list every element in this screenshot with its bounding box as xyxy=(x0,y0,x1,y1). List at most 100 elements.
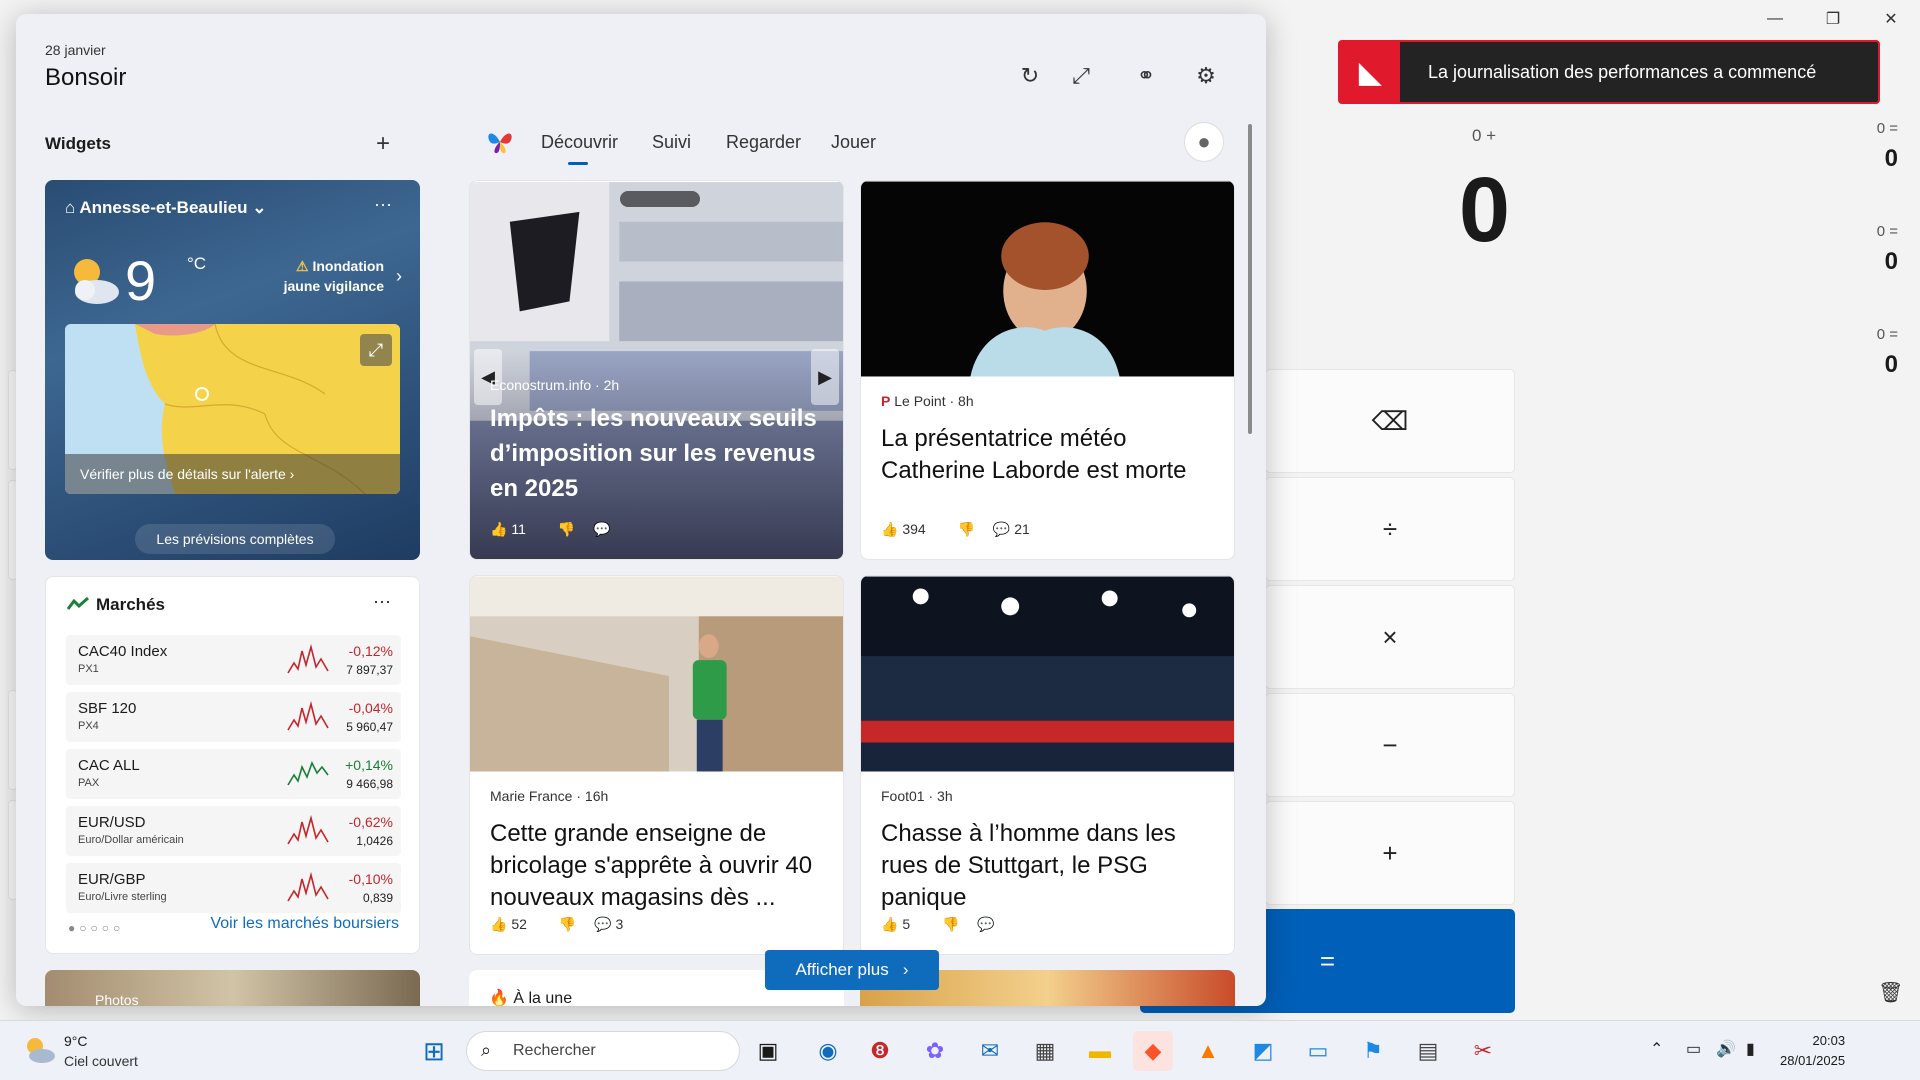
app-icon[interactable]: ◩ xyxy=(1243,1031,1283,1071)
news-headline[interactable]: Cette grande enseigne de bricolage s'app… xyxy=(490,818,830,914)
settings-gear-icon[interactable]: ⚙ xyxy=(1186,56,1226,96)
chevron-up-icon[interactable]: ⌃ xyxy=(1650,1039,1663,1059)
connections-icon[interactable]: ⚭ xyxy=(1126,56,1166,96)
markets-widget[interactable]: Marchés ··· CAC40 Index PX1 -0,12% 7 897,37… xyxy=(45,576,420,954)
divide-button[interactable]: ÷ xyxy=(1265,477,1515,581)
markets-icon xyxy=(66,596,89,610)
like-icon[interactable]: 👍 394 xyxy=(881,521,940,537)
like-icon[interactable]: 👍 11 xyxy=(490,521,540,537)
news-reactions: 👍 52 👎 💬 3 xyxy=(490,916,651,933)
market-row[interactable]: EUR/USD Euro/Dollar américain -0,62% 1,0426 xyxy=(66,806,401,856)
weather-unit: °C xyxy=(187,254,207,273)
calculator-icon[interactable]: ▤ xyxy=(1408,1031,1448,1071)
carousel-pager[interactable] xyxy=(620,191,700,207)
market-name: EUR/USD xyxy=(78,814,146,831)
alert-details-link[interactable]: Vérifier plus de détails sur l'alerte › xyxy=(65,454,400,494)
snipping-tool-icon[interactable]: ✂ xyxy=(1463,1031,1503,1071)
minimize-button[interactable]: — xyxy=(1752,6,1798,32)
memory-item[interactable]: 0 = 0 xyxy=(1877,223,1898,276)
comment-icon[interactable]: 💬 21 xyxy=(993,521,1044,537)
market-row[interactable]: EUR/GBP Euro/Livre sterling -0,10% 0,839 xyxy=(66,863,401,913)
market-symbol: PX4 xyxy=(78,720,99,732)
app-icon[interactable]: ⚑ xyxy=(1353,1031,1393,1071)
add-button[interactable]: + xyxy=(1265,801,1515,905)
brave-browser-icon[interactable]: ◆ xyxy=(1133,1031,1173,1071)
news-card[interactable]: P Le Point · 8h La présentatrice météo C… xyxy=(860,180,1235,560)
sparkline xyxy=(287,871,329,902)
app-icon[interactable]: ▭ xyxy=(1298,1031,1338,1071)
copilot-icon[interactable]: ✿ xyxy=(915,1031,955,1071)
sparkline xyxy=(287,643,329,674)
close-button[interactable]: ✕ xyxy=(1868,6,1914,32)
dislike-icon[interactable]: 👎 xyxy=(559,916,576,932)
store-icon[interactable]: ▦ xyxy=(1025,1031,1065,1071)
file-explorer-icon[interactable]: ▬ xyxy=(1080,1031,1120,1071)
tab-decouvrir[interactable]: Découvrir xyxy=(541,132,618,153)
system-clock[interactable]: 20:03 28/01/2025 xyxy=(1780,1031,1845,1071)
see-markets-link[interactable]: Voir les marchés boursiers xyxy=(210,915,399,933)
app-icon[interactable]: ❽ xyxy=(860,1031,900,1071)
search-box[interactable]: ⌕ Rechercher xyxy=(466,1031,740,1071)
active-tab-indicator xyxy=(568,162,588,165)
comment-icon[interactable]: 💬 3 xyxy=(594,916,637,932)
news-card[interactable]: Foot01 · 3h Chasse à l’homme dans les ru… xyxy=(860,575,1235,955)
photos-widget[interactable]: Photos xyxy=(45,970,420,1006)
trash-icon[interactable]: 🗑 xyxy=(1878,980,1903,1005)
market-row[interactable]: CAC ALL PAX +0,14% 9 466,98 xyxy=(66,749,401,799)
weather-location[interactable]: ⌂ Annesse-et-Beaulieu ⌄ xyxy=(65,198,267,218)
like-icon[interactable]: 👍 52 xyxy=(490,916,541,932)
volume-icon[interactable]: 🔊 xyxy=(1716,1039,1736,1059)
carousel-next-icon[interactable]: ▶ xyxy=(811,349,839,405)
dislike-icon[interactable]: 👎 xyxy=(942,916,959,932)
weather-alert[interactable]: ⚠ Inondation jaune vigilance xyxy=(284,256,384,296)
market-price: 1,0426 xyxy=(356,834,393,848)
tab-suivi[interactable]: Suivi xyxy=(652,132,691,153)
search-icon: ⌕ xyxy=(481,1040,492,1060)
news-headline[interactable]: Impôts : les nouveaux seuils d’impositio… xyxy=(490,401,830,506)
full-forecast-button[interactable]: Les prévisions complètes xyxy=(135,524,335,554)
refresh-icon[interactable]: ↻ xyxy=(1010,56,1050,96)
show-more-button[interactable]: Afficher plus › xyxy=(765,950,939,990)
expand-icon[interactable]: ⤢ xyxy=(1061,56,1101,96)
news-card[interactable]: Marie France · 16h Cette grande enseigne… xyxy=(469,575,844,955)
expand-map-icon[interactable]: ⤢ xyxy=(360,334,392,366)
weather-widget[interactable]: ⌂ Annesse-et-Beaulieu ⌄ ··· 9 °C ⚠ Inond… xyxy=(45,180,420,560)
alert-map[interactable]: ⤢ Vérifier plus de détails sur l'alerte … xyxy=(65,324,400,494)
dislike-icon[interactable]: 👎 xyxy=(558,521,575,537)
vlc-icon[interactable]: ▲ xyxy=(1188,1031,1228,1071)
pager-dots[interactable]: ●○○○○ xyxy=(68,921,124,935)
memory-item[interactable]: 0 = 0 xyxy=(1877,326,1898,379)
tab-jouer[interactable]: Jouer xyxy=(831,132,876,153)
market-row[interactable]: CAC40 Index PX1 -0,12% 7 897,37 xyxy=(66,635,401,685)
task-view-icon[interactable]: ▣ xyxy=(748,1031,788,1071)
backspace-button[interactable]: ⌫ xyxy=(1265,369,1515,473)
comment-icon[interactable]: 💬 xyxy=(977,916,994,932)
scrollbar[interactable] xyxy=(1248,124,1252,434)
chevron-right-icon[interactable]: › xyxy=(396,266,402,287)
taskbar-weather[interactable]: 9°C Ciel couvert xyxy=(20,1029,180,1073)
market-row[interactable]: SBF 120 PX4 -0,04% 5 960,47 xyxy=(66,692,401,742)
tab-regarder[interactable]: Regarder xyxy=(726,132,801,153)
add-widget-button[interactable]: + xyxy=(376,130,390,158)
like-icon[interactable]: 👍 5 xyxy=(881,916,924,932)
app-icon[interactable]: ◉ xyxy=(808,1031,848,1071)
multiply-button[interactable]: × xyxy=(1265,585,1515,689)
more-options-icon[interactable]: ··· xyxy=(374,194,392,215)
network-icon[interactable]: ▭ xyxy=(1686,1039,1701,1059)
news-headline[interactable]: Chasse à l’homme dans les rues de Stuttg… xyxy=(881,818,1221,914)
dislike-icon[interactable]: 👎 xyxy=(958,521,975,537)
news-image xyxy=(470,576,843,772)
more-options-icon[interactable]: ··· xyxy=(373,591,391,612)
comment-icon[interactable]: 💬 xyxy=(593,521,610,537)
restore-button[interactable]: ❐ xyxy=(1810,6,1856,32)
battery-icon[interactable]: ▮ xyxy=(1746,1039,1755,1059)
market-name: EUR/GBP xyxy=(78,871,146,888)
subtract-button[interactable]: − xyxy=(1265,693,1515,797)
news-card[interactable]: ◀ ▶ Econostrum.info · 2h Impôts : les no… xyxy=(469,180,844,560)
profile-avatar-icon[interactable]: ● xyxy=(1184,122,1224,162)
news-source: Marie France · 16h xyxy=(490,788,609,804)
news-headline[interactable]: La présentatrice météo Catherine Laborde… xyxy=(881,423,1221,487)
memory-item[interactable]: 0 = 0 xyxy=(1877,120,1898,173)
outlook-icon[interactable]: ✉ xyxy=(970,1031,1010,1071)
start-windows-icon[interactable]: ⊞ xyxy=(414,1031,454,1071)
